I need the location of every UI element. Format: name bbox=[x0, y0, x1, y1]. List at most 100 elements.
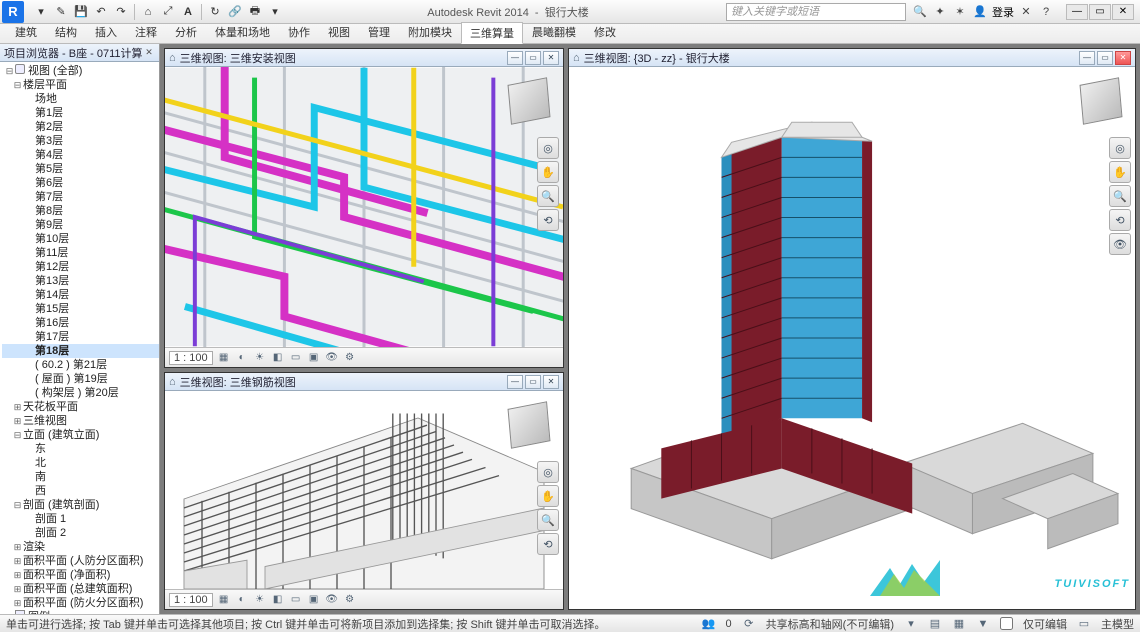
view-title-bar[interactable]: ⌂ 三维视图: 三维钢筋视图 — ▭ ✕ bbox=[165, 373, 563, 391]
view-cube[interactable] bbox=[1073, 73, 1129, 129]
tree-node[interactable]: 第16层 bbox=[2, 316, 159, 330]
tree-node[interactable]: 第4层 bbox=[2, 148, 159, 162]
ribbon-tab[interactable]: 附加模块 bbox=[399, 21, 461, 43]
subscription-icon[interactable]: ✦ bbox=[932, 4, 948, 20]
view-min-icon[interactable]: — bbox=[507, 375, 523, 389]
orbit-icon[interactable]: ⟲ bbox=[537, 533, 559, 555]
tree-node[interactable]: 剖面 2 bbox=[2, 526, 159, 540]
orbit-icon[interactable]: ⟲ bbox=[537, 209, 559, 231]
view-home-icon[interactable]: ⌂ bbox=[573, 52, 580, 64]
workset-icon[interactable]: 👥 bbox=[702, 617, 716, 631]
sun-path-icon[interactable]: ☀ bbox=[253, 593, 267, 607]
tree-node[interactable]: ( 60.2 ) 第21层 bbox=[2, 358, 159, 372]
text-icon[interactable]: A bbox=[179, 3, 197, 21]
tree-node[interactable]: 南 bbox=[2, 470, 159, 484]
tree-node[interactable]: 第5层 bbox=[2, 162, 159, 176]
help-icon[interactable]: ? bbox=[1038, 4, 1054, 20]
tree-node[interactable]: ⊞渲染 bbox=[2, 540, 159, 554]
view-close-icon[interactable]: ✕ bbox=[543, 51, 559, 65]
tree-node[interactable]: ⊟立面 (建筑立面) bbox=[2, 428, 159, 442]
steering-wheel-icon[interactable]: ◎ bbox=[537, 137, 559, 159]
zoom-icon[interactable]: 🔍 bbox=[537, 185, 559, 207]
tree-node[interactable]: ⊟楼层平面 bbox=[2, 78, 159, 92]
sun-path-icon[interactable]: ☀ bbox=[253, 351, 267, 365]
tree-node[interactable]: ( 构架层 ) 第20层 bbox=[2, 386, 159, 400]
visual-style-icon[interactable]: ◐ bbox=[235, 593, 249, 607]
user-icon[interactable]: 👤 bbox=[972, 4, 988, 20]
sync-status-icon[interactable]: ⟳ bbox=[742, 617, 756, 631]
tree-node[interactable]: 第18层 bbox=[2, 344, 159, 358]
tree-node[interactable]: 东 bbox=[2, 442, 159, 456]
ribbon-tab[interactable]: 分析 bbox=[166, 21, 206, 43]
minimize-icon[interactable]: — bbox=[1066, 4, 1088, 20]
selection-icon[interactable]: ▦ bbox=[952, 617, 966, 631]
view-title-bar[interactable]: ⌂ 三维视图: {3D - zz} - 银行大楼 — ▭ ✕ bbox=[569, 49, 1135, 67]
panel-close-icon[interactable]: ✕ bbox=[143, 47, 155, 59]
tree-node[interactable]: 第13层 bbox=[2, 274, 159, 288]
ribbon-tab[interactable]: 协作 bbox=[279, 21, 319, 43]
view-canvas-building[interactable]: ◎ ✋ 🔍 ⟲ 👁 bbox=[569, 67, 1135, 609]
tree-node[interactable]: 第15层 bbox=[2, 302, 159, 316]
steering-wheel-icon[interactable]: ◎ bbox=[1109, 137, 1131, 159]
tree-node[interactable]: ⊟视图 (全部) bbox=[2, 64, 159, 78]
shadows-icon[interactable]: ◧ bbox=[271, 351, 285, 365]
pan-icon[interactable]: ✋ bbox=[537, 485, 559, 507]
hide-icon[interactable]: 👁 bbox=[325, 351, 339, 365]
view-canvas-rebar[interactable]: ◎ ✋ 🔍 ⟲ bbox=[165, 391, 563, 589]
scale-selector[interactable]: 1 : 100 bbox=[169, 593, 213, 607]
tree-node[interactable]: ⊟剖面 (建筑剖面) bbox=[2, 498, 159, 512]
view-cube[interactable] bbox=[501, 397, 557, 453]
tree-node[interactable]: 第2层 bbox=[2, 120, 159, 134]
filter-icon[interactable]: ▼ bbox=[976, 617, 990, 631]
ribbon-tab[interactable]: 建筑 bbox=[6, 21, 46, 43]
pan-icon[interactable]: ✋ bbox=[537, 161, 559, 183]
view-min-icon[interactable]: — bbox=[507, 51, 523, 65]
tree-node[interactable]: ⊞天花板平面 bbox=[2, 400, 159, 414]
tree-node[interactable]: 第8层 bbox=[2, 204, 159, 218]
tree-node[interactable]: 第6层 bbox=[2, 176, 159, 190]
design-options-icon[interactable]: ▤ bbox=[928, 617, 942, 631]
view-cube[interactable] bbox=[501, 73, 557, 129]
tree-node[interactable]: ⊞三维视图 bbox=[2, 414, 159, 428]
crop-icon[interactable]: ▭ bbox=[289, 593, 303, 607]
tree-node[interactable]: 第1层 bbox=[2, 106, 159, 120]
tree-node[interactable]: ( 屋面 ) 第19层 bbox=[2, 372, 159, 386]
view-home-icon[interactable]: ⌂ bbox=[169, 376, 176, 388]
settings-icon[interactable]: ▾ bbox=[266, 3, 284, 21]
scale-selector[interactable]: 1 : 100 bbox=[169, 351, 213, 365]
crop-icon[interactable]: ▭ bbox=[289, 351, 303, 365]
tree-node[interactable]: 第14层 bbox=[2, 288, 159, 302]
tree-node[interactable]: 剖面 1 bbox=[2, 512, 159, 526]
crop-visible-icon[interactable]: ▣ bbox=[307, 351, 321, 365]
ribbon-tab[interactable]: 管理 bbox=[359, 21, 399, 43]
ribbon-tab[interactable]: 三维算量 bbox=[461, 22, 523, 44]
undo-icon[interactable]: ↶ bbox=[92, 3, 110, 21]
ribbon-tab[interactable]: 注释 bbox=[126, 21, 166, 43]
hide-icon[interactable]: 👁 bbox=[325, 593, 339, 607]
search-input[interactable]: 键入关键字或短语 bbox=[726, 3, 906, 21]
ribbon-tab[interactable]: 视图 bbox=[319, 21, 359, 43]
ribbon-tab[interactable]: 结构 bbox=[46, 21, 86, 43]
shadows-icon[interactable]: ◧ bbox=[271, 593, 285, 607]
close-icon[interactable]: ✕ bbox=[1112, 4, 1134, 20]
tree-node[interactable]: 第9层 bbox=[2, 218, 159, 232]
view-home-icon[interactable]: ⌂ bbox=[169, 52, 176, 64]
view-max-icon[interactable]: ▭ bbox=[525, 51, 541, 65]
view-close-icon[interactable]: ✕ bbox=[543, 375, 559, 389]
ribbon-tab[interactable]: 插入 bbox=[86, 21, 126, 43]
tree-node[interactable]: 北 bbox=[2, 456, 159, 470]
login-label[interactable]: 登录 bbox=[992, 4, 1014, 20]
zoom-icon[interactable]: 🔍 bbox=[1109, 185, 1131, 207]
temp-props-icon[interactable]: ⚙ bbox=[343, 593, 357, 607]
tree-node[interactable]: ⊞面积平面 (总建筑面积) bbox=[2, 582, 159, 596]
temp-props-icon[interactable]: ⚙ bbox=[343, 351, 357, 365]
tree-node[interactable]: ⊞面积平面 (净面积) bbox=[2, 568, 159, 582]
look-icon[interactable]: 👁 bbox=[1109, 233, 1131, 255]
tree-node[interactable]: 第10层 bbox=[2, 232, 159, 246]
detail-level-icon[interactable]: ▦ bbox=[217, 593, 231, 607]
home-icon[interactable]: ⌂ bbox=[139, 3, 157, 21]
redo-icon[interactable]: ↷ bbox=[112, 3, 130, 21]
link-icon[interactable]: 🔗 bbox=[226, 3, 244, 21]
zoom-icon[interactable]: 🔍 bbox=[537, 509, 559, 531]
pan-icon[interactable]: ✋ bbox=[1109, 161, 1131, 183]
